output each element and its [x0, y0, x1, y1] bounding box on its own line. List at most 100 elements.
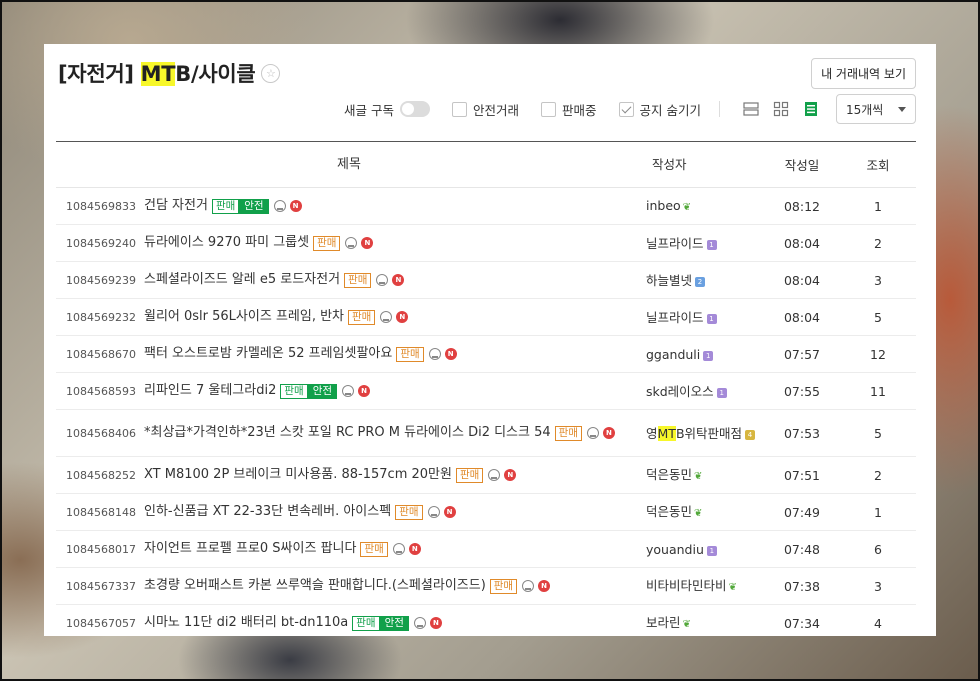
- per-page-value: 15개씩: [846, 102, 884, 117]
- table-row[interactable]: 1084567337 초경량 오버패스트 카본 쓰루액슬 판매합니다.(스페셜라…: [56, 568, 916, 605]
- article-title-link[interactable]: 리파인드 7 울테그라di2: [144, 382, 276, 400]
- author-cell[interactable]: 보라린 ❦: [644, 614, 764, 633]
- header-date: 작성일: [784, 158, 820, 173]
- article-views: 12: [870, 346, 886, 362]
- author-cell[interactable]: 닐프라이드 1: [644, 309, 764, 326]
- article-title-link[interactable]: XT M8100 2P 브레이크 미사용품. 88-157cm 20만원: [144, 466, 452, 484]
- sprout-level-icon: ❦: [694, 470, 703, 482]
- on-sale-label: 판매중: [562, 102, 597, 118]
- on-sale-filter[interactable]: 판매중: [533, 100, 597, 119]
- article-views: 2: [874, 467, 882, 483]
- article-title-cell: *최상급*가격인하*23년 스캇 포일 RC PRO M 듀라에이스 Di2 디…: [138, 424, 644, 442]
- table-row[interactable]: 1084568593 리파인드 7 울테그라di2 판매 안전 N skd레이오스…: [56, 373, 916, 410]
- sale-tag: 판매: [211, 198, 240, 214]
- article-number: 1084567057: [66, 616, 136, 630]
- author-cell[interactable]: inbeo ❦: [644, 197, 764, 216]
- sale-tag: 판매: [280, 383, 308, 399]
- safe-trade-filter[interactable]: 안전거래: [444, 100, 519, 119]
- article-number: 1084568252: [66, 468, 136, 482]
- article-title-link[interactable]: 초경량 오버패스트 카본 쓰루액슬 판매합니다.(스페셜라이즈드): [144, 577, 486, 595]
- board-view-icon[interactable]: [803, 101, 819, 117]
- board-panel: [자전거] MTB/사이클 ☆ 내 거래내역 보기 새글 구독 안전거래 판매중…: [44, 44, 936, 636]
- author-name: skd레이오스: [646, 383, 714, 399]
- chevron-down-icon: [898, 107, 906, 112]
- sale-tag: 판매: [396, 346, 424, 362]
- sale-tag: 판매: [395, 504, 423, 520]
- table-row[interactable]: 1084567057 시마노 11단 di2 배터리 bt-dn110a 판매 안…: [56, 605, 916, 636]
- hide-notice-filter[interactable]: 공지 숨기기: [611, 100, 701, 119]
- new-icon: N: [429, 617, 442, 629]
- author-cell[interactable]: 덕은동민 ❦: [644, 466, 764, 485]
- article-title-link[interactable]: 건담 자전거: [144, 197, 208, 215]
- article-title-link[interactable]: 팩터 오스트로밤 카멜레온 52 프레임셋팔아요: [144, 345, 392, 363]
- sprout-level-icon: ❦: [694, 507, 703, 519]
- author-cell[interactable]: 덕은동민 ❦: [644, 503, 764, 522]
- article-date: 07:51: [783, 467, 821, 483]
- article-date: 07:48: [783, 541, 821, 557]
- new-icon: N: [408, 543, 421, 555]
- article-views: 4: [874, 615, 882, 631]
- author-cell[interactable]: 영MTB위탁판매점 4: [644, 425, 764, 442]
- table-row[interactable]: 1084568017 자이언트 프로펠 프로0 S싸이즈 팝니다 판매 N yo…: [56, 531, 916, 568]
- safe-sale-badge: 판매 안전: [352, 615, 409, 631]
- author-name: 덕은동민: [646, 503, 693, 519]
- article-title-link[interactable]: *최상급*가격인하*23년 스캇 포일 RC PRO M 듀라에이스 Di2 디…: [144, 424, 551, 442]
- table-row[interactable]: 1084569240 듀라에이스 9270 파미 그룹셋 판매 N 닐프라이드 1…: [56, 225, 916, 262]
- member-level-icon: 1: [716, 388, 727, 398]
- photo-icon: [413, 617, 426, 629]
- per-page-select[interactable]: 15개씩: [836, 94, 916, 124]
- header-author: 작성자: [652, 157, 687, 172]
- sale-badge: 판매: [489, 578, 518, 594]
- hide-notice-checkbox[interactable]: [618, 101, 634, 117]
- table-row[interactable]: 1084569239 스페셜라이즈드 알레 e5 로드자전거 판매 N 하늘별넷…: [56, 262, 916, 299]
- new-icon: N: [396, 311, 409, 323]
- author-name: inbeo: [646, 197, 681, 213]
- table-row[interactable]: 1084568252 XT M8100 2P 브레이크 미사용품. 88-157…: [56, 457, 916, 494]
- favorite-star-icon[interactable]: ☆: [261, 63, 281, 83]
- article-title-link[interactable]: 자이언트 프로펠 프로0 S싸이즈 팝니다: [144, 540, 356, 558]
- article-title-link[interactable]: 시마노 11단 di2 배터리 bt-dn110a: [144, 614, 348, 632]
- article-title-link[interactable]: 인하-신품급 XT 22-33단 변속레버. 아이스펙: [144, 503, 391, 521]
- new-icon: N: [538, 580, 551, 592]
- sale-badge: 판매: [554, 425, 582, 441]
- subscribe-toggle[interactable]: [399, 101, 430, 117]
- author-cell[interactable]: 닐프라이드 1: [644, 235, 764, 252]
- member-level-icon: 2: [695, 277, 706, 287]
- member-level-icon: 4: [745, 430, 756, 440]
- article-number: 1084569239: [66, 273, 136, 287]
- article-title-cell: 리파인드 7 울테그라di2 판매 안전 N: [138, 382, 644, 400]
- author-cell[interactable]: youandiu 1: [644, 541, 764, 558]
- new-icon: N: [392, 274, 405, 286]
- article-number: 1084568593: [66, 384, 136, 398]
- article-title-cell: 초경량 오버패스트 카본 쓰루액슬 판매합니다.(스페셜라이즈드) 판매 N: [138, 577, 644, 595]
- article-title-link[interactable]: 윌리어 0slr 56L사이즈 프레임, 반차: [144, 308, 344, 326]
- safe-trade-checkbox[interactable]: [451, 101, 467, 117]
- article-date: 08:04: [783, 309, 821, 325]
- article-number: 1084568670: [66, 347, 136, 361]
- table-row[interactable]: 1084569232 윌리어 0slr 56L사이즈 프레임, 반차 판매 N …: [56, 299, 916, 336]
- sale-tag: 판매: [352, 615, 380, 631]
- article-title-link[interactable]: 스페셜라이즈드 알레 e5 로드자전거: [144, 271, 340, 289]
- sale-badge: 판매: [360, 541, 388, 557]
- grid-view-icon[interactable]: [773, 101, 789, 117]
- subscribe-toggle-group[interactable]: 새글 구독: [344, 100, 430, 119]
- article-number: 1084569833: [66, 199, 136, 213]
- table-row[interactable]: 1084568406 *최상급*가격인하*23년 스캇 포일 RC PRO M …: [56, 410, 916, 457]
- article-views: 6: [874, 541, 882, 557]
- table-row[interactable]: 1084568148 인하-신품급 XT 22-33단 변속레버. 아이스펙 판…: [56, 494, 916, 531]
- article-title-cell: 듀라에이스 9270 파미 그룹셋 판매 N: [138, 234, 644, 252]
- on-sale-checkbox[interactable]: [541, 101, 556, 117]
- trade-history-button[interactable]: 내 거래내역 보기: [811, 58, 916, 89]
- author-cell[interactable]: 하늘별넷 2: [644, 272, 764, 289]
- table-row[interactable]: 1084569833 건담 자전거 판매 안전 N inbeo ❦ 08:12 1: [56, 188, 916, 225]
- article-number: 1084568017: [66, 542, 136, 556]
- table-row[interactable]: 1084568670 팩터 오스트로밤 카멜레온 52 프레임셋팔아요 판매 N…: [56, 336, 916, 373]
- safe-trade-label: 안전거래: [472, 102, 519, 118]
- member-level-icon: 1: [703, 351, 714, 361]
- author-cell[interactable]: 비타비타민타비 ❦: [644, 577, 764, 596]
- article-title-link[interactable]: 듀라에이스 9270 파미 그룹셋: [144, 234, 309, 252]
- list-view-icon[interactable]: [743, 101, 759, 117]
- author-cell[interactable]: skd레이오스 1: [644, 383, 764, 400]
- author-cell[interactable]: gganduli 1: [644, 346, 764, 363]
- photo-icon: [345, 237, 358, 249]
